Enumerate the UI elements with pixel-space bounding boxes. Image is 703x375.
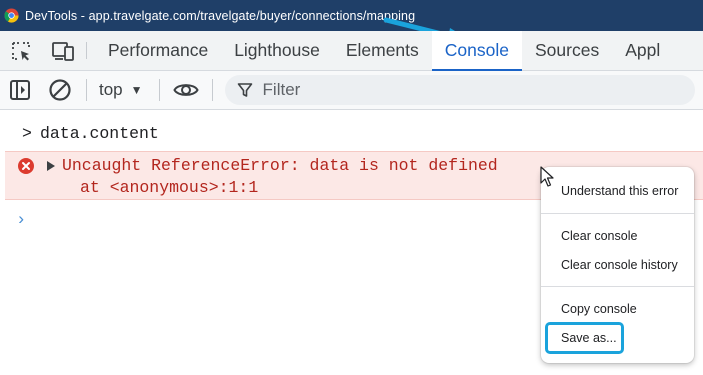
menu-item-understand-error[interactable]: Understand this error (561, 184, 678, 198)
chevron-right-icon: > (22, 123, 32, 143)
eye-icon (172, 84, 199, 96)
error-text: Uncaught ReferenceError: data is not def… (62, 156, 498, 175)
show-sidebar-button[interactable] (0, 71, 40, 109)
sidebar-icon (10, 80, 30, 100)
toolbar-divider (158, 79, 160, 101)
filter-box[interactable] (224, 75, 695, 105)
caret-down-icon: ▼ (130, 83, 143, 97)
command-text[interactable]: data.content (40, 124, 159, 143)
devtools-tabbar: Performance Lighthouse Elements Console … (0, 31, 703, 71)
context-selector[interactable]: top ▼ (93, 80, 153, 100)
clear-icon (49, 79, 71, 101)
expand-triangle-icon[interactable] (47, 161, 55, 171)
inspect-element-icon (12, 41, 30, 60)
chrome-logo-icon (4, 8, 19, 23)
context-menu: Understand this error Clear console Clea… (541, 167, 694, 363)
tab-application[interactable]: Appl (612, 31, 673, 70)
menu-separator (541, 286, 694, 287)
device-toolbar-button[interactable] (42, 31, 84, 70)
filter-input[interactable] (262, 80, 643, 100)
tab-lighthouse[interactable]: Lighthouse (221, 31, 333, 70)
window-titlebar: DevTools - app.travelgate.com/travelgate… (0, 0, 703, 31)
menu-item-clear-console-history[interactable]: Clear console history (561, 258, 678, 272)
tab-sources[interactable]: Sources (522, 31, 612, 70)
inspect-element-button[interactable] (0, 31, 42, 70)
toolbar-divider (86, 79, 87, 101)
menu-item-copy-console[interactable]: Copy console (561, 302, 637, 316)
menu-item-clear-console[interactable]: Clear console (561, 229, 637, 243)
error-location-link[interactable]: at <anonymous>:1:1 (80, 178, 258, 197)
tab-elements[interactable]: Elements (333, 31, 432, 70)
tabbar-divider (86, 42, 87, 59)
mouse-cursor-icon (540, 166, 554, 187)
error-icon (18, 158, 34, 174)
live-expression-button[interactable] (166, 71, 206, 109)
tab-performance[interactable]: Performance (95, 31, 221, 70)
menu-separator (541, 213, 694, 214)
window-title: DevTools - app.travelgate.com/travelgate… (25, 8, 416, 23)
tab-console[interactable]: Console (431, 31, 523, 71)
toolbar-divider (211, 79, 213, 101)
clear-console-button[interactable] (40, 71, 80, 109)
filter-icon (237, 83, 252, 97)
device-toggle-icon (52, 41, 74, 61)
command-line: > data.content (0, 121, 159, 145)
console-prompt[interactable]: › (16, 211, 26, 230)
context-selector-value: top (99, 80, 123, 99)
console-toolbar: top ▼ (0, 71, 703, 110)
save-as-highlight (545, 322, 624, 354)
